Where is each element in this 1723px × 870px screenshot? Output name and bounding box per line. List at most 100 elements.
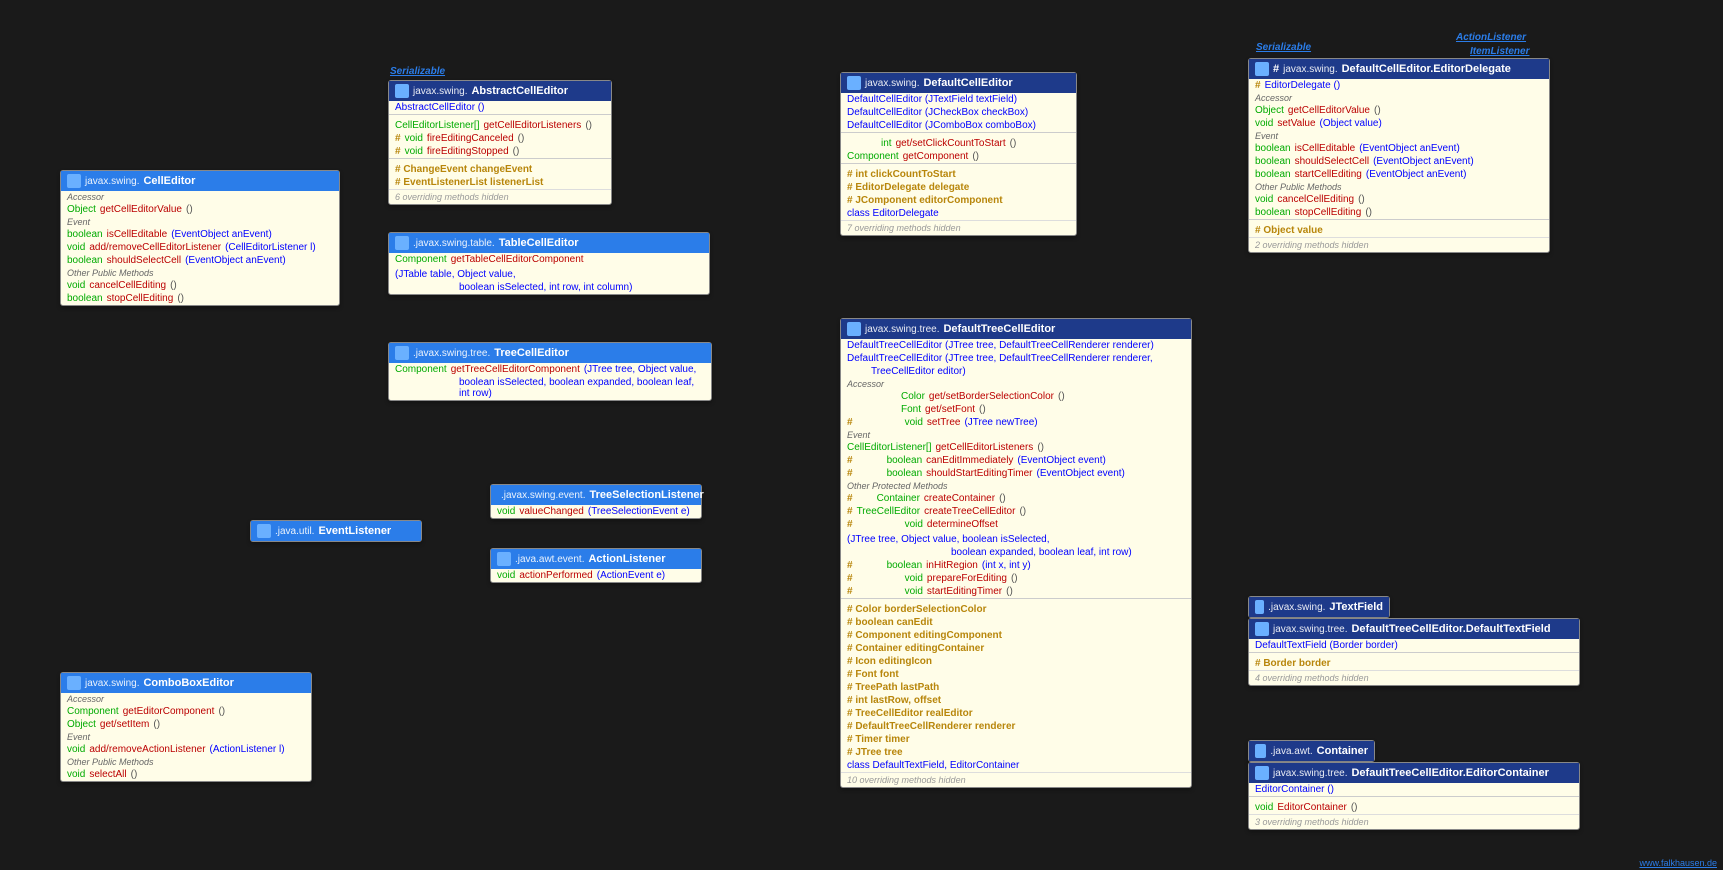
method-geteditorcomponent: Component getEditorComponent() xyxy=(61,705,311,718)
method-addremovelistener: void add/removeCellEditorListener (CellE… xyxy=(61,241,339,254)
method-caneditimmediately: # boolean canEditImmediately (EventObjec… xyxy=(841,454,1191,467)
method-iscelleditable: boolean isCellEditable (EventObject anEv… xyxy=(61,228,339,241)
nested-classes: class DefaultTextField, EditorContainer xyxy=(841,759,1191,772)
box-celleditor: javax.swing.CellEditor Accessor Object g… xyxy=(60,170,340,306)
title-eventlistener: .java.util.EventListener xyxy=(251,521,421,541)
interface-icon xyxy=(497,552,511,566)
field-clickcounttostart: # int clickCountToStart xyxy=(841,168,1076,181)
method-getsetfont: Font get/setFont() xyxy=(841,403,1191,416)
section-accessor-ed: Accessor xyxy=(1249,92,1549,104)
box-defaultcelleditor: javax.swing.DefaultCellEditor DefaultCel… xyxy=(840,72,1077,236)
method-fireeditingcanceled: # void fireEditingCanceled() xyxy=(389,132,611,145)
method-actionperformed: void actionPerformed (ActionEvent e) xyxy=(491,569,701,582)
interface-icon xyxy=(67,174,81,188)
class-icon xyxy=(1255,600,1264,614)
hidden-dtf: 4 overriding methods hidden xyxy=(1249,670,1579,685)
ctor-defaulttextfield: DefaultTextField (Border border) xyxy=(1249,639,1579,652)
hidden-dce: 7 overriding methods hidden xyxy=(841,220,1076,235)
field-editingicon: # Icon editingIcon xyxy=(841,655,1191,668)
title-editorcontainer: javax.swing.tree.DefaultTreeCellEditor.E… xyxy=(1249,763,1579,783)
section-other-cb: Other Public Methods xyxy=(61,756,311,768)
ctor-dtce-1: DefaultTreeCellEditor (JTree tree, Defau… xyxy=(841,339,1191,352)
interface-icon xyxy=(67,676,81,690)
box-treeselectionlistener: .javax.swing.event.TreeSelectionListener… xyxy=(490,484,702,519)
impl-itemlistener: ItemListener xyxy=(1470,46,1529,57)
section-accessor-dtce: Accessor xyxy=(841,378,1191,390)
title-comboboxeditor: javax.swing.ComboBoxEditor xyxy=(61,673,311,693)
field-editingcontainer: # Container editingContainer xyxy=(841,642,1191,655)
ctor-dce-1: DefaultCellEditor (JTextField textField) xyxy=(841,93,1076,106)
nested-editordelegate: class EditorDelegate xyxy=(841,207,1076,220)
method-getcomponent: Component getComponent() xyxy=(841,150,1076,163)
section-event: Event xyxy=(61,216,339,228)
box-editorcontainer: javax.swing.tree.DefaultTreeCellEditor.E… xyxy=(1248,762,1580,830)
method-shouldstartedittimer: # boolean shouldStartEditingTimer (Event… xyxy=(841,467,1191,480)
method-selectall: void selectAll() xyxy=(61,768,311,781)
field-canedit: # boolean canEdit xyxy=(841,616,1191,629)
interface-icon xyxy=(257,524,271,538)
interface-icon xyxy=(395,346,409,360)
title-actionlistener: .java.awt.event.ActionListener xyxy=(491,549,701,569)
method-inhitregion: # boolean inHitRegion (int x, int y) xyxy=(841,559,1191,572)
method-createcontainer: # Container createContainer() xyxy=(841,492,1191,505)
field-editorcomponent: # JComponent editorComponent xyxy=(841,194,1076,207)
ctor-dce-3: DefaultCellEditor (JComboBox comboBox) xyxy=(841,119,1076,132)
ctor-editorcontainer: EditorContainer () xyxy=(1249,783,1579,796)
box-eventlistener: .java.util.EventListener xyxy=(250,520,422,542)
class-icon xyxy=(1255,62,1269,76)
method-getcelleditorvalue-ed: Object getCellEditorValue() xyxy=(1249,104,1549,117)
method-shouldselectcell: boolean shouldSelectCell (EventObject an… xyxy=(61,254,339,267)
field-lastpath: # TreePath lastPath xyxy=(841,681,1191,694)
method-prepareforediting: # void prepareForEditing() xyxy=(841,572,1191,585)
field-tree: # JTree tree xyxy=(841,746,1191,759)
impl-serializable-2: Serializable xyxy=(1256,42,1311,53)
title-abstractcelleditor: javax.swing.AbstractCellEditor xyxy=(389,81,611,101)
field-editingcomponent: # Component editingComponent xyxy=(841,629,1191,642)
method-gettreecelleditorcomponent: Component getTreeCellEditorComponent (JT… xyxy=(389,363,711,376)
class-icon xyxy=(847,322,861,336)
method-starteditingtimer: # void startEditingTimer() xyxy=(841,585,1191,598)
title-treecelleditor: .javax.swing.tree.TreeCellEditor xyxy=(389,343,711,363)
section-event-cb: Event xyxy=(61,731,311,743)
ctor-editordelegate: # EditorDelegate () xyxy=(1249,79,1549,92)
field-value: # Object value xyxy=(1249,224,1549,237)
method-setvalue: void setValue (Object value) xyxy=(1249,117,1549,130)
method-fireeditingstopped: # void fireEditingStopped() xyxy=(389,145,611,158)
footer-link[interactable]: www.falkhausen.de xyxy=(1639,858,1717,868)
title-defaultcelleditor: javax.swing.DefaultCellEditor xyxy=(841,73,1076,93)
field-borderselectioncolor: # Color borderSelectionColor xyxy=(841,603,1191,616)
method-params-2b: boolean isSelected, boolean expanded, bo… xyxy=(389,376,711,400)
box-abstractcelleditor: javax.swing.AbstractCellEditor AbstractC… xyxy=(388,80,612,205)
ctor-abstractcelleditor: AbstractCellEditor () xyxy=(389,101,611,114)
method-cancelcellediting: void cancelCellEditing() xyxy=(61,279,339,292)
box-treecelleditor: .javax.swing.tree.TreeCellEditor Compone… xyxy=(388,342,712,401)
field-listenerlist: # EventListenerList listenerList xyxy=(389,176,611,189)
field-font: # Font font xyxy=(841,668,1191,681)
title-defaulttreecelleditor: javax.swing.tree.DefaultTreeCellEditor xyxy=(841,319,1191,339)
method-getsetitem: Object get/setItem() xyxy=(61,718,311,731)
method-shouldselectcell-ed: boolean shouldSelectCell (EventObject an… xyxy=(1249,155,1549,168)
box-container: .java.awt.Container xyxy=(1248,740,1375,762)
title-editordelegate: # javax.swing.DefaultCellEditor.EditorDe… xyxy=(1249,59,1549,79)
field-lastrowoffset: # int lastRow, offset xyxy=(841,694,1191,707)
method-createtreecelleditor: # TreeCellEditor createTreeCellEditor() xyxy=(841,505,1191,518)
method-getcelleditorlisteners-dtce: CellEditorListener[] getCellEditorListen… xyxy=(841,441,1191,454)
impl-serializable: Serializable xyxy=(390,66,445,77)
box-defaulttreecelleditor: javax.swing.tree.DefaultTreeCellEditor D… xyxy=(840,318,1192,788)
field-realeditor: # TreeCellEditor realEditor xyxy=(841,707,1191,720)
class-icon xyxy=(1255,622,1269,636)
method-startcellediting: boolean startCellEditing (EventObject an… xyxy=(1249,168,1549,181)
class-icon xyxy=(395,84,409,98)
impl-actionlistener: ActionListener xyxy=(1456,32,1526,43)
section-accessor-cb: Accessor xyxy=(61,693,311,705)
method-determineoffset: # void determineOffset (JTree tree, Obje… xyxy=(841,518,1191,546)
method-settree: # void setTree (JTree newTree) xyxy=(841,416,1191,429)
method-getsetbordercolor: Color get/setBorderSelectionColor() xyxy=(841,390,1191,403)
hidden-methods: 6 overriding methods hidden xyxy=(389,189,611,204)
section-event-ed: Event xyxy=(1249,130,1549,142)
class-icon xyxy=(847,76,861,90)
ctor-dtce-2: DefaultTreeCellEditor (JTree tree, Defau… xyxy=(841,352,1191,365)
ctor-dce-2: DefaultCellEditor (JCheckBox checkBox) xyxy=(841,106,1076,119)
title-celleditor: javax.swing.CellEditor xyxy=(61,171,339,191)
box-editordelegate: # javax.swing.DefaultCellEditor.EditorDe… xyxy=(1248,58,1550,253)
